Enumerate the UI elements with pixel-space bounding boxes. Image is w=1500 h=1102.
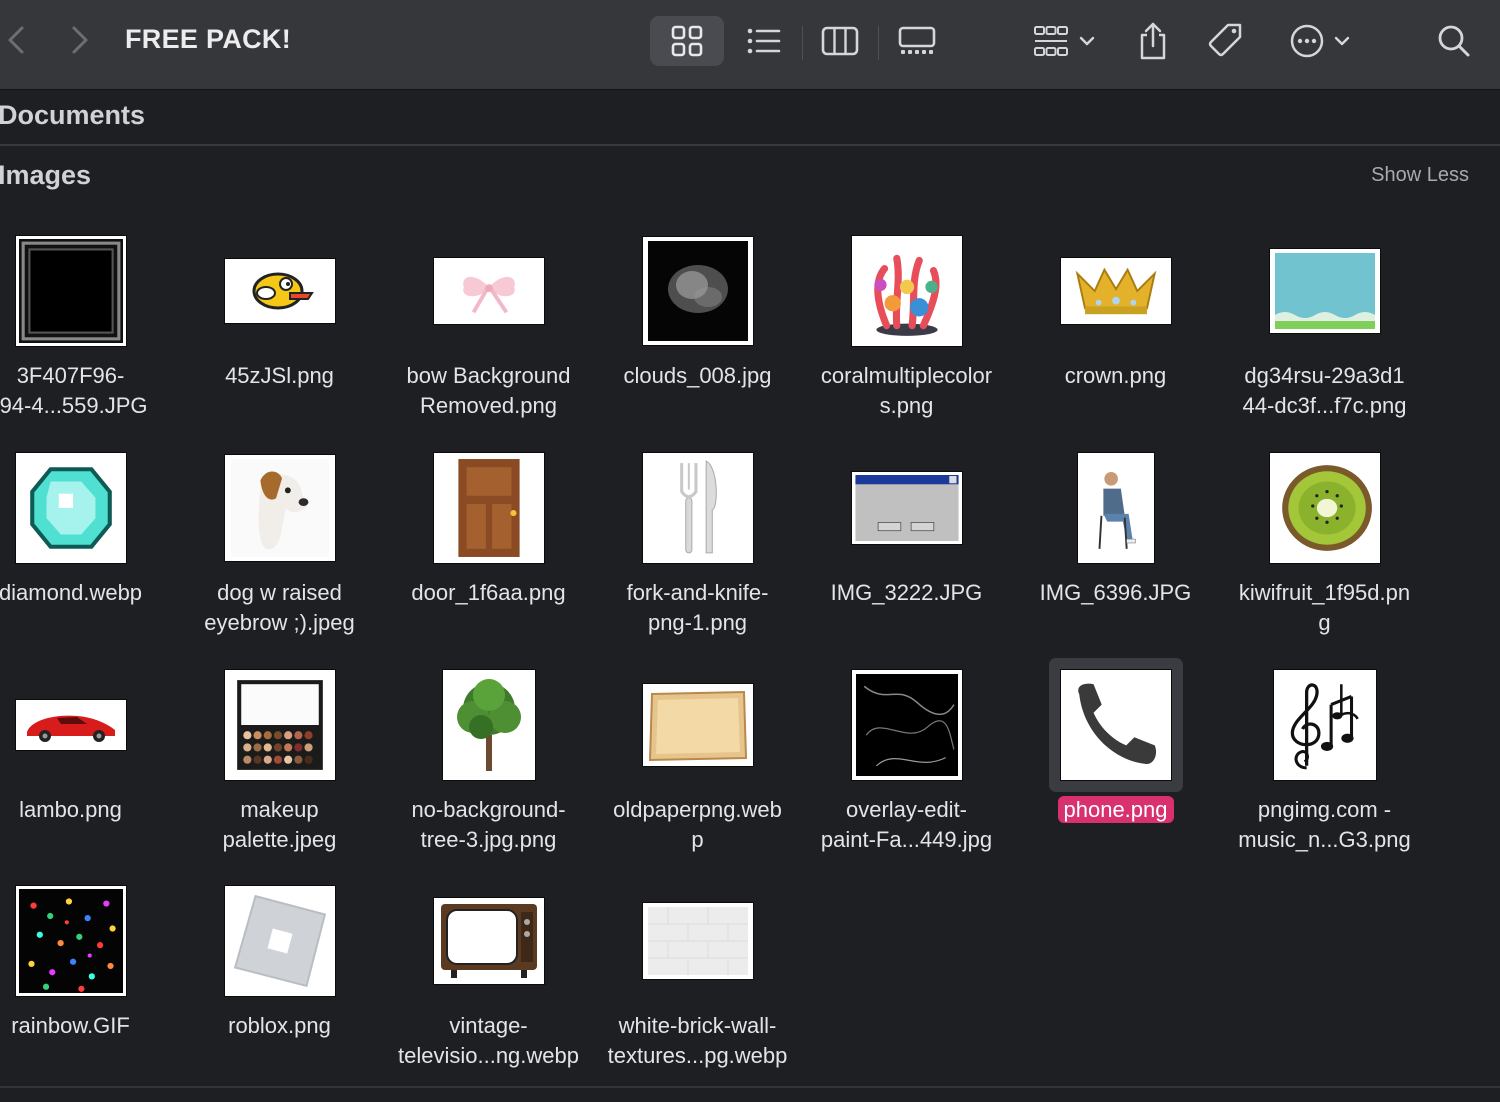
file-thumbnail: [1273, 670, 1376, 780]
more-actions-button[interactable]: [1284, 16, 1358, 66]
chevron-down-icon: [1334, 36, 1350, 46]
file-name: 3F407F96- :94-4...559.JPG: [0, 363, 148, 418]
more-icon: [1290, 24, 1324, 58]
group-icon: [1034, 26, 1068, 56]
section-title-images[interactable]: Images: [0, 160, 91, 191]
file-thumbnail: [642, 453, 753, 563]
file-name: bow Background Removed.png: [406, 363, 571, 418]
group-menu-button[interactable]: [1028, 16, 1102, 66]
file-name: no-background- tree-3.jpg.png: [411, 797, 566, 852]
file-thumbnail: [442, 670, 535, 780]
list-view-icon: [747, 28, 781, 54]
selected-file-name: phone.png: [1057, 796, 1174, 823]
file-name: pngimg.com - music_n...G3.png: [1238, 797, 1411, 852]
tag-icon: [1208, 23, 1242, 57]
file-thumbnail: [224, 670, 335, 780]
file-name: roblox.png: [228, 1013, 331, 1038]
chevron-right-icon: [72, 26, 88, 54]
file-name: overlay-edit- paint-Fa...449.jpg: [820, 797, 993, 852]
file-thumbnail: [851, 472, 962, 544]
icon-view-button[interactable]: [650, 16, 724, 66]
file-name: clouds_008.jpg: [623, 363, 772, 388]
file-thumbnail: [851, 236, 962, 346]
share-icon: [1140, 22, 1166, 60]
column-view-icon: [821, 26, 859, 56]
file-thumbnail: [15, 236, 126, 346]
file-thumbnail: [1060, 258, 1171, 324]
toolbar-separator: [878, 26, 879, 60]
file-name: IMG_6396.JPG: [1039, 580, 1192, 605]
file-name: dog w raised eyebrow ;).jpeg: [204, 580, 355, 635]
finder-toolbar: FREE PACK!: [0, 0, 1500, 90]
file-name: makeup palette.jpeg: [222, 797, 337, 852]
file-name: phone.png: [1011, 795, 1220, 825]
toolbar-separator: [802, 26, 803, 60]
file-name: diamond.webp: [0, 580, 143, 605]
list-view-button[interactable]: [740, 16, 788, 66]
file-thumbnail: [642, 237, 753, 345]
column-view-button[interactable]: [816, 16, 864, 66]
file-name: oldpaperpng.web p: [613, 797, 782, 852]
gallery-view-icon: [898, 26, 936, 54]
section-title-documents[interactable]: Documents: [0, 100, 145, 131]
show-less-button[interactable]: Show Less: [1371, 164, 1469, 187]
search-button[interactable]: [1430, 16, 1478, 66]
back-button[interactable]: [0, 22, 36, 58]
window-title: FREE PACK!: [125, 24, 292, 54]
file-thumbnail: [1269, 453, 1380, 563]
section-divider: [0, 144, 1500, 146]
chevron-down-icon: [1079, 36, 1095, 46]
file-name: coralmultiplecolor s.png: [820, 363, 993, 418]
bottom-divider: [0, 1086, 1500, 1088]
file-thumbnail: [433, 258, 544, 324]
file-thumbnail: [1077, 453, 1154, 563]
file-thumbnail: [1269, 249, 1380, 333]
file-name: IMG_3222.JPG: [830, 580, 983, 605]
file-thumbnail: [224, 259, 335, 323]
file-thumbnail: [224, 886, 335, 996]
file-thumbnail: [224, 455, 335, 561]
file-name: fork-and-knife- png-1.png: [626, 580, 769, 635]
file-name: vintage- televisio...ng.webp: [398, 1013, 579, 1068]
gallery-view-button[interactable]: [892, 16, 942, 66]
file-name: 45zJSl.png: [225, 363, 334, 388]
file-name: rainbow.GIF: [11, 1013, 130, 1038]
tag-button[interactable]: [1202, 16, 1250, 66]
file-thumbnail: [851, 670, 962, 780]
file-thumbnail: [15, 453, 126, 563]
share-button[interactable]: [1130, 16, 1176, 66]
file-thumbnail: [433, 453, 544, 563]
grid-view-icon: [671, 25, 703, 57]
forward-button[interactable]: [62, 22, 98, 58]
file-name: crown.png: [1064, 363, 1167, 388]
file-thumbnail: [642, 684, 753, 766]
file-name: lambo.png: [19, 797, 122, 822]
chevron-left-icon: [8, 26, 24, 54]
file-thumbnail: [15, 700, 126, 750]
file-thumbnail: [1060, 670, 1171, 780]
file-name: dg34rsu-29a3d1 44-dc3f...f7c.png: [1242, 363, 1407, 418]
file-name: door_1f6aa.png: [411, 580, 566, 605]
file-thumbnail: [15, 886, 126, 996]
search-icon: [1438, 25, 1470, 57]
file-name: kiwifruit_1f95d.pn g: [1238, 580, 1411, 635]
file-name: white-brick-wall- textures...pg.webp: [607, 1013, 788, 1068]
file-thumbnail: [433, 898, 544, 984]
file-thumbnail: [642, 903, 753, 979]
